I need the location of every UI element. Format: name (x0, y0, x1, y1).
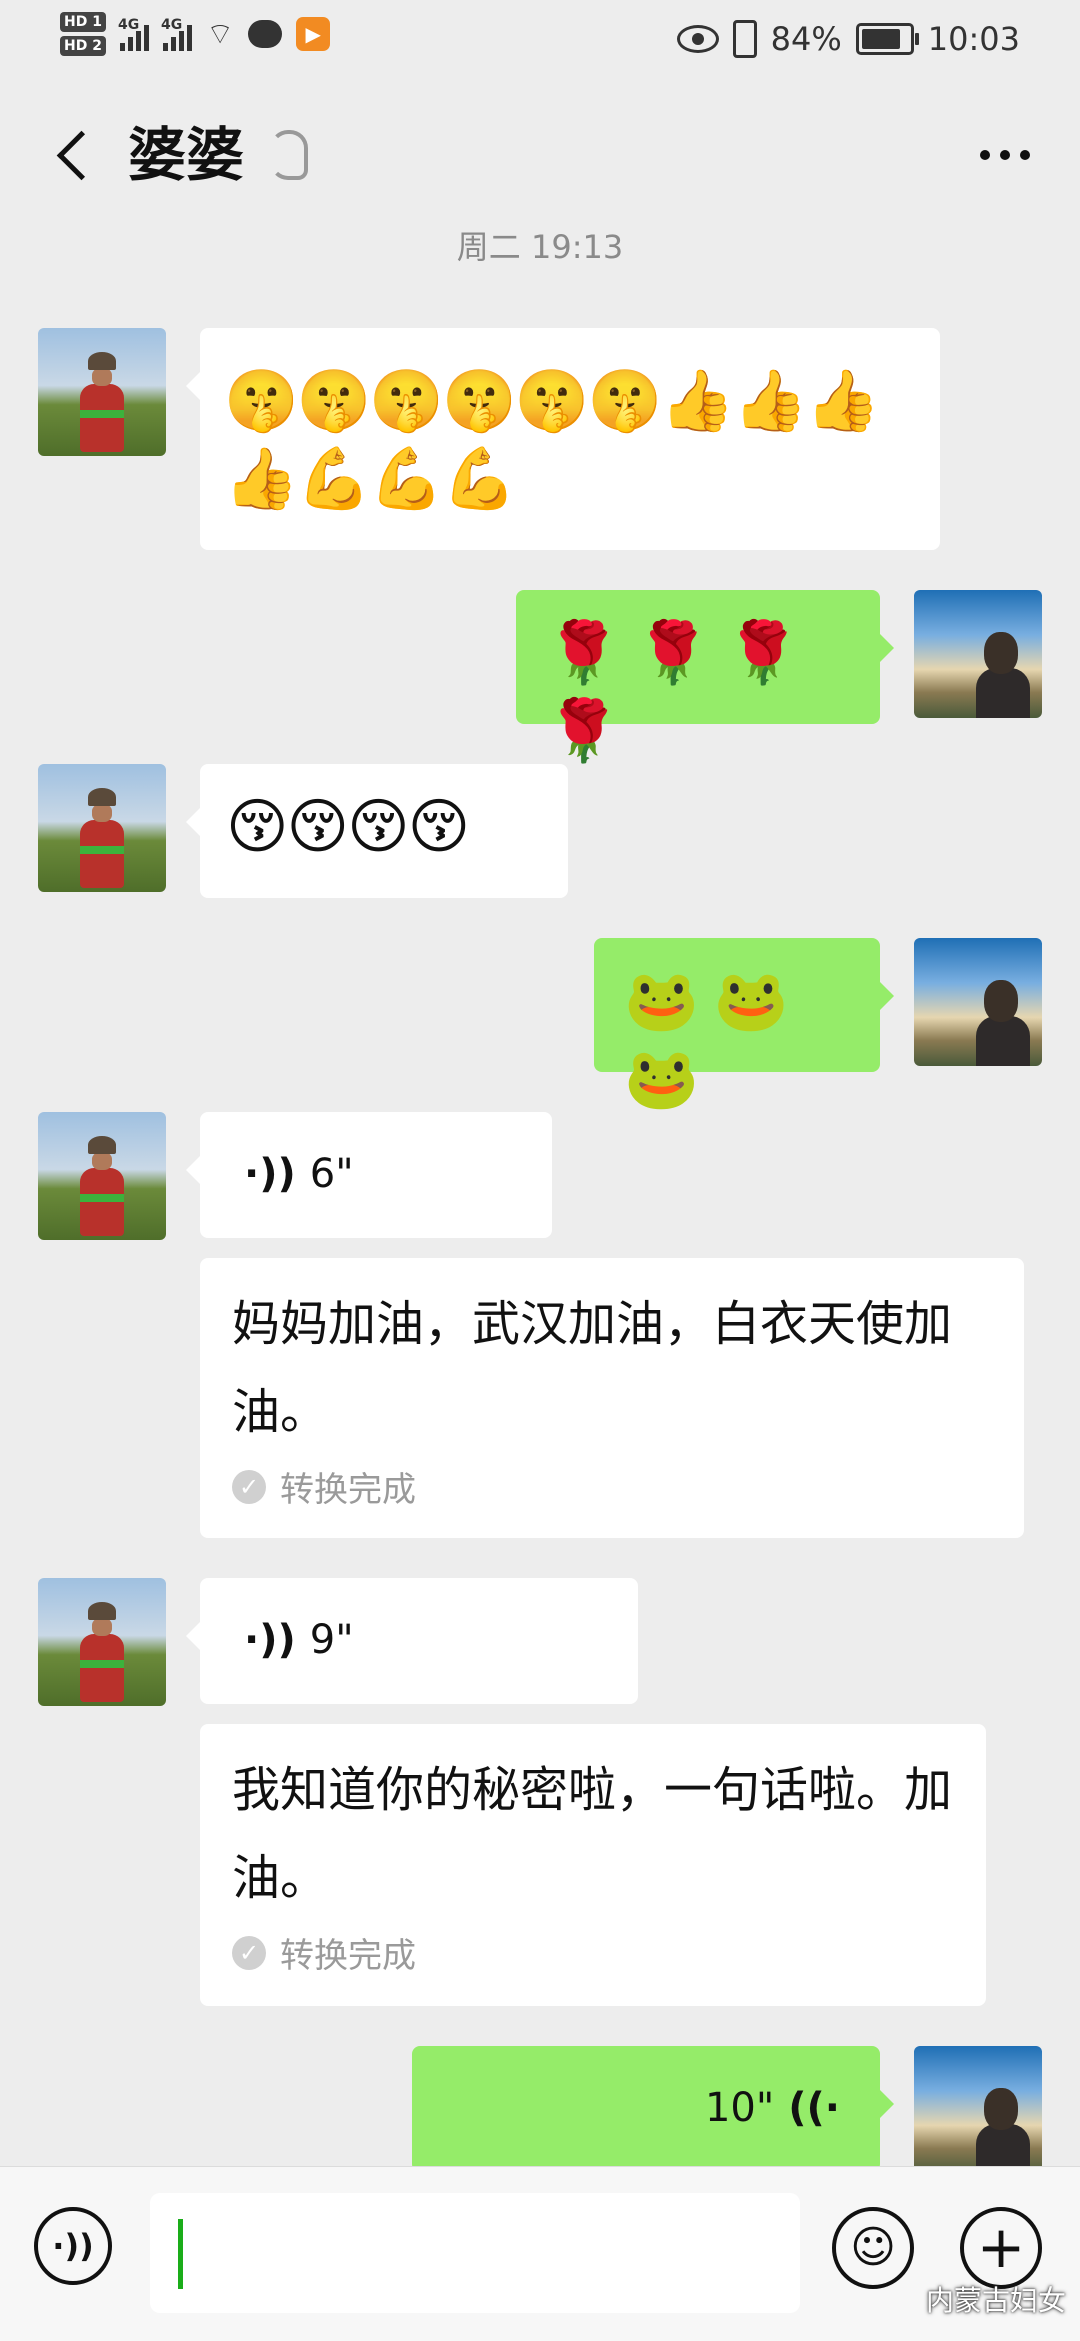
message-bubble-outgoing[interactable]: 🐸 🐸 🐸 (594, 938, 894, 1114)
battery-level (861, 29, 901, 49)
my-avatar[interactable] (914, 938, 1042, 1066)
transcript-text: 妈妈加油，武汉加油，白衣天使加油。 (232, 1296, 953, 1440)
contact-avatar[interactable] (38, 1578, 166, 1706)
text-caret (178, 2219, 183, 2289)
signal-2-icon: 4G (160, 17, 192, 51)
message-bubble-incoming[interactable]: 🤫🤫🤫🤫🤫🤫👍👍👍 👍💪💪💪 (186, 328, 940, 550)
message-input[interactable] (150, 2193, 800, 2313)
message-bubble-incoming[interactable]: 😚😚😚😚 (186, 764, 568, 898)
voice-duration: 10" (704, 2085, 775, 2131)
back-chevron-icon (56, 130, 107, 181)
signal-1-icon: 4G (117, 17, 149, 51)
voice-wave-icon: ·)) (244, 1151, 296, 1197)
chat-timestamp: 周二 19:13 (456, 228, 624, 266)
hd2-badge: HD 2 (60, 36, 106, 56)
plus-button[interactable]: + (960, 2207, 1042, 2289)
contact-name: 婆婆 (128, 121, 245, 189)
voice-duration: 6" (309, 1151, 354, 1197)
my-avatar[interactable] (914, 2046, 1042, 2174)
status-bar: HD 1 HD 2 4G 4G ⌔ ▶ 84% 10:03 (0, 0, 1080, 80)
more-options-button[interactable] (970, 130, 1040, 180)
check-icon: ✓ (232, 1469, 266, 1504)
contact-avatar[interactable] (38, 328, 166, 456)
net1-label: 4G (117, 17, 140, 33)
my-avatar[interactable] (914, 590, 1042, 718)
hd-indicators: HD 1 HD 2 (60, 12, 106, 56)
transcript-status: ✓ 转换完成 (232, 1462, 992, 1511)
message-bubble-outgoing[interactable]: 🌹 🌹 🌹 🌹 (516, 590, 894, 766)
wifi-icon: ⌔ (205, 17, 235, 52)
contact-avatar[interactable] (38, 764, 166, 892)
transcript-text: 我知道你的秘密啦，一句话啦。加油。 (232, 1762, 953, 1906)
back-button[interactable] (40, 118, 110, 188)
emoji-line: 🐸 🐸 🐸 (624, 966, 789, 1114)
net2-label: 4G (160, 17, 183, 33)
earpiece-mode-icon (270, 130, 308, 180)
battery-percent: 84% (770, 20, 842, 58)
battery-icon (855, 23, 919, 55)
vibrate-icon (732, 20, 757, 58)
voice-transcript[interactable]: 妈妈加油，武汉加油，白衣天使加油。 ✓ 转换完成 (200, 1258, 1024, 1538)
voice-duration: 9" (309, 1617, 354, 1663)
voice-message-incoming[interactable]: ·)) 6" (186, 1112, 552, 1238)
voice-wave-icon: ·)) (244, 1617, 296, 1663)
clock: 10:03 (927, 20, 1020, 58)
emoji-button[interactable]: ☺ (832, 2207, 914, 2289)
voice-message-incoming[interactable]: ·)) 9" (186, 1578, 638, 1704)
input-bar: ·)) ☺ + 内蒙古妇女 (0, 2166, 1080, 2341)
voice-transcript[interactable]: 我知道你的秘密啦，一句话啦。加油。 ✓ 转换完成 (200, 1724, 986, 2006)
emoji-line: 🤫🤫🤫🤫🤫🤫👍👍👍 (224, 366, 880, 436)
check-icon: ✓ (232, 1935, 266, 1970)
contact-avatar[interactable] (38, 1112, 166, 1240)
emoji-line: 🌹 🌹 🌹 🌹 (546, 618, 800, 766)
app-notification-icon: ▶ (296, 17, 331, 51)
voice-message-outgoing[interactable]: 10" ((· (412, 2046, 894, 2172)
status-label: 转换完成 (280, 1936, 416, 1976)
status-label: 转换完成 (280, 1470, 416, 1510)
transcript-status: ✓ 转换完成 (232, 1928, 954, 1977)
voice-wave-icon: ((· (788, 2085, 840, 2131)
status-right: 84% 10:03 (676, 20, 1020, 58)
emoji-line: 😚😚😚😚 (226, 792, 470, 862)
emoji-line: 👍💪💪💪 (224, 444, 517, 514)
hd1-badge: HD 1 (60, 12, 106, 32)
chat-header: 婆婆 (0, 90, 1080, 220)
eye-comfort-icon (676, 25, 719, 53)
status-left: HD 1 HD 2 4G 4G ⌔ ▶ (60, 12, 331, 56)
voice-toggle-button[interactable]: ·)) (34, 2207, 112, 2285)
watermark: 内蒙古妇女 (925, 2284, 1066, 2317)
wechat-notification-icon (248, 20, 283, 48)
